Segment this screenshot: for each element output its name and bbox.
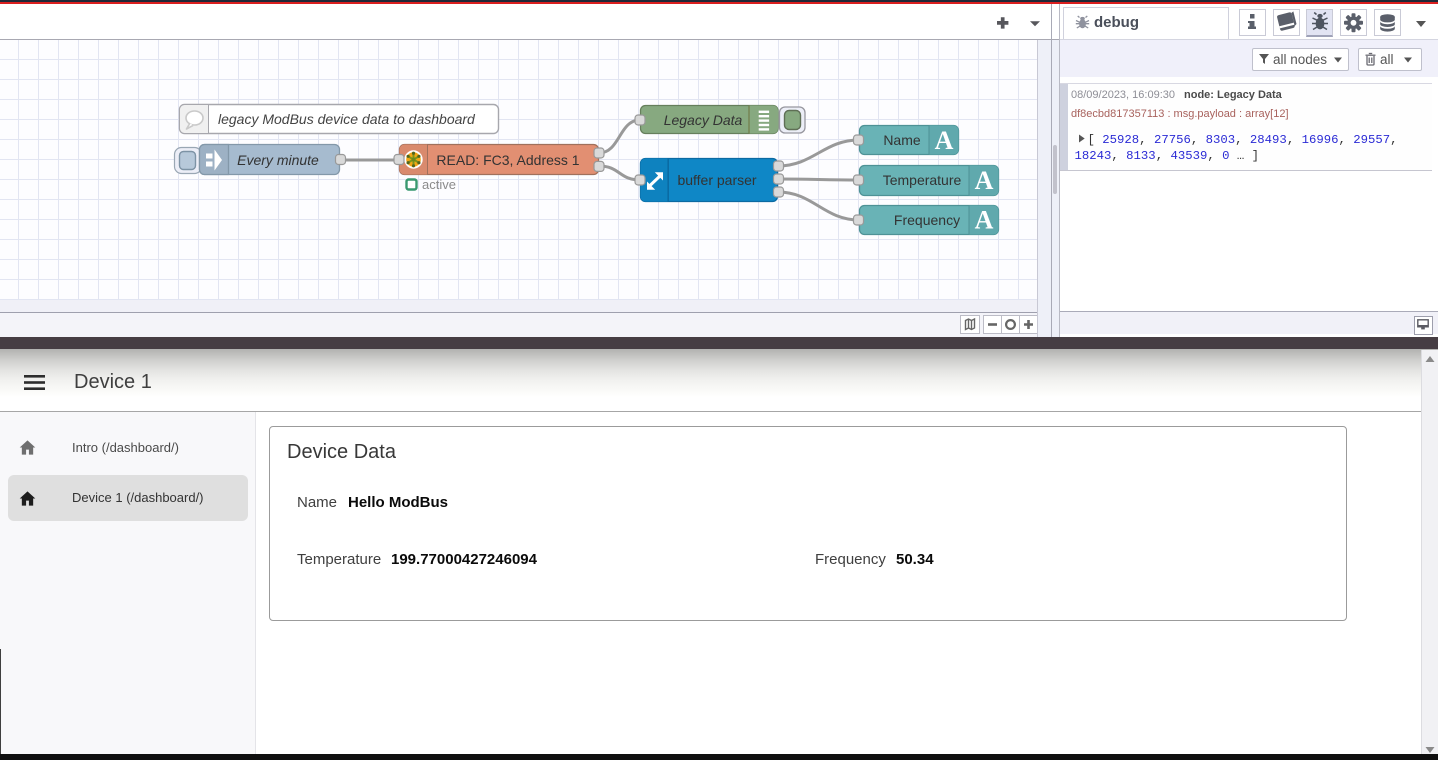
svg-text:Temperature: Temperature xyxy=(883,172,962,188)
svg-text:legacy ModBus device data to d: legacy ModBus device data to dashboard xyxy=(218,111,476,127)
svg-text:Every minute: Every minute xyxy=(237,152,319,168)
svg-text:Frequency: Frequency xyxy=(894,212,960,228)
svg-text:Legacy Data: Legacy Data xyxy=(664,112,743,128)
svg-text:READ: FC3, Address 1: READ: FC3, Address 1 xyxy=(436,152,579,168)
svg-text:Name: Name xyxy=(883,132,921,148)
svg-text:A: A xyxy=(975,166,994,195)
svg-text:A: A xyxy=(975,206,994,235)
svg-text:buffer parser: buffer parser xyxy=(677,172,756,188)
svg-text:A: A xyxy=(935,126,954,155)
svg-text:active: active xyxy=(422,177,456,192)
